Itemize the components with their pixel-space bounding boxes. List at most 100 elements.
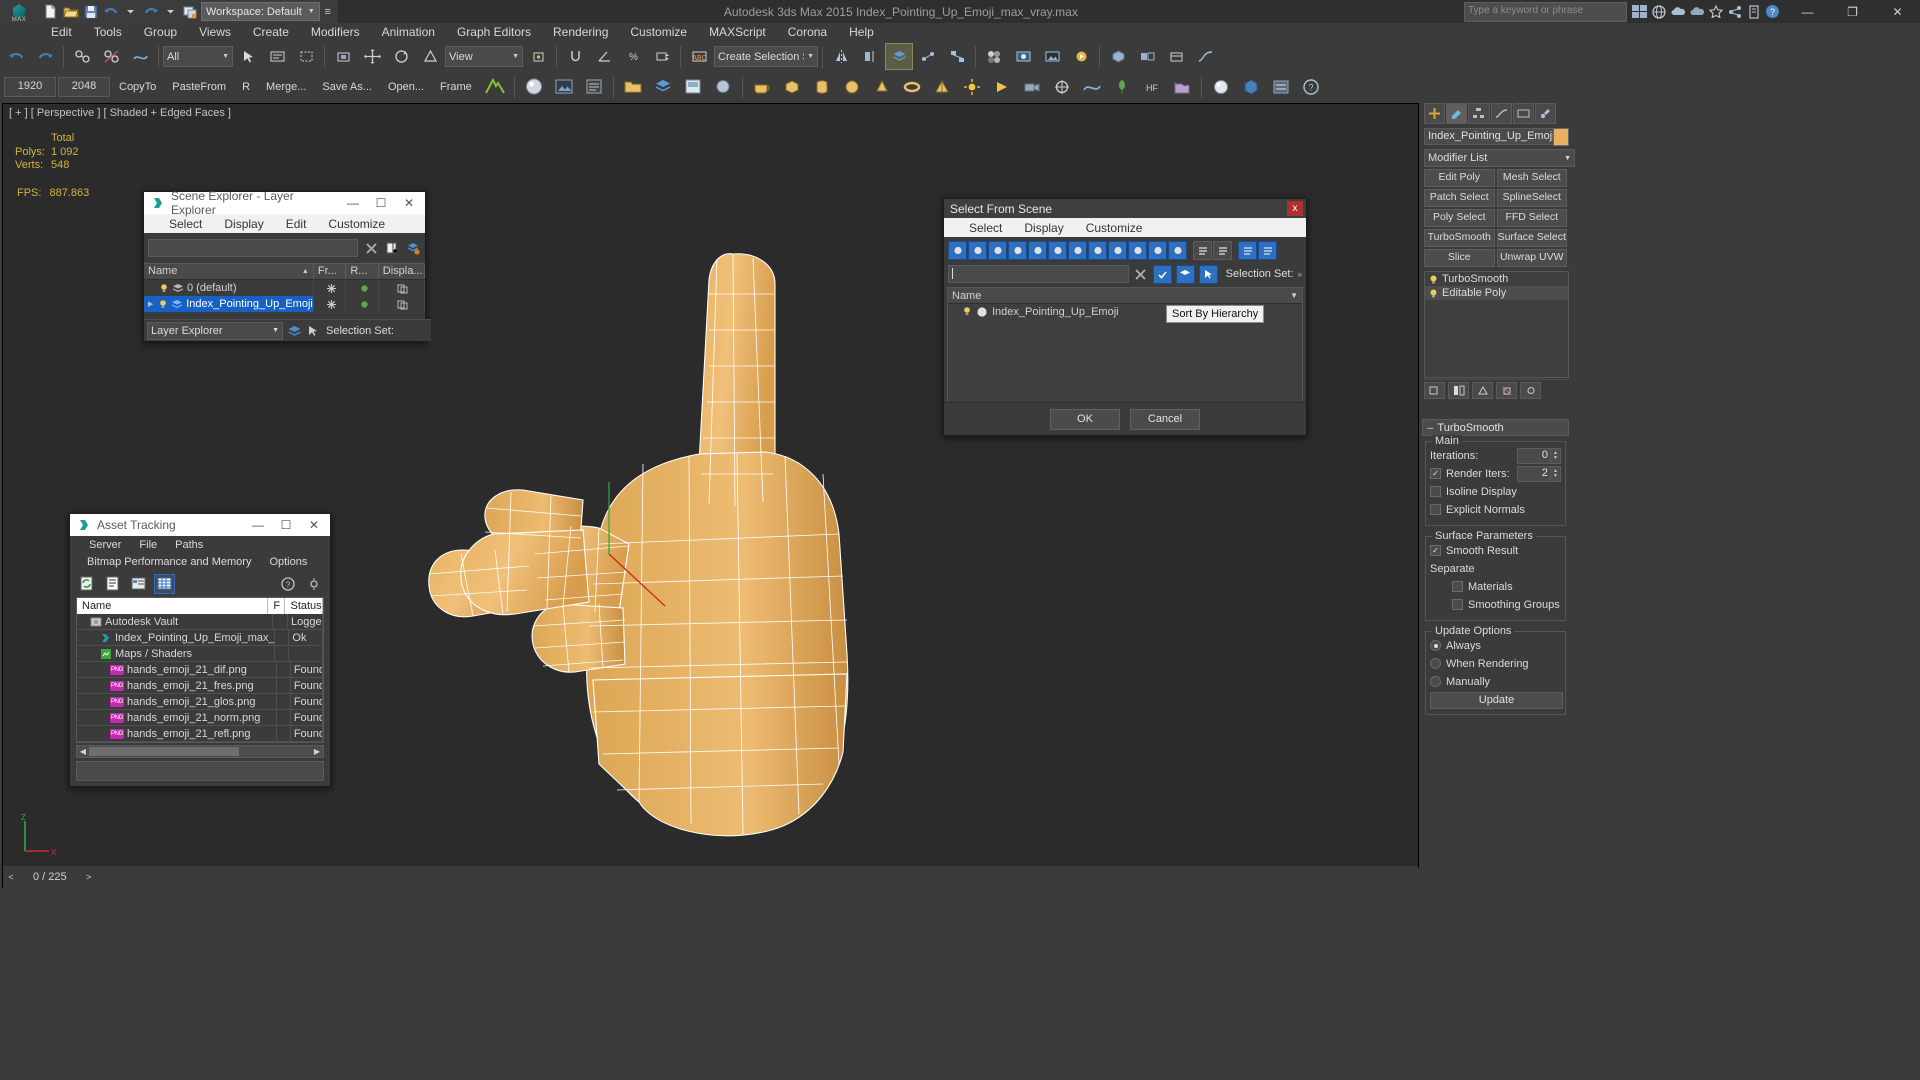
vray-render-icon[interactable]: [1207, 73, 1235, 100]
scroll-right-arrow[interactable]: ▶: [311, 747, 323, 756]
menu-item-edit[interactable]: Edit: [40, 23, 83, 42]
hierarchy-tab[interactable]: [1468, 103, 1489, 124]
se-cell-1[interactable]: [314, 280, 346, 296]
menu-item-corona[interactable]: Corona: [777, 23, 838, 42]
r-button[interactable]: R: [235, 81, 257, 93]
light-bulb-icon[interactable]: [962, 306, 972, 317]
object-name-field[interactable]: Index_Pointing_Up_Emoji: [1424, 128, 1558, 145]
at-name-cell[interactable]: PNGhands_emoji_21_norm.png: [77, 710, 277, 725]
at-row[interactable]: PNGhands_emoji_21_refl.pngFound: [77, 726, 323, 742]
select-from-scene-window[interactable]: Select From Scene x SelectDisplayCustomi…: [943, 198, 1307, 436]
menu-item-tools[interactable]: Tools: [83, 23, 133, 42]
at-row[interactable]: Maps / Shaders: [77, 646, 323, 662]
at-name-cell[interactable]: PNGhands_emoji_21_dif.png: [77, 662, 277, 677]
create-pyramid-icon[interactable]: [928, 73, 956, 100]
render-iters-spinner[interactable]: ▲▼: [1551, 466, 1561, 482]
select-link-icon[interactable]: [68, 43, 96, 70]
max-app-button[interactable]: MAX: [0, 0, 38, 23]
undo-tool-icon[interactable]: [2, 43, 30, 70]
question-icon[interactable]: ?: [1764, 3, 1781, 20]
asset-tracking-hscrollbar[interactable]: ◀ ▶: [76, 745, 324, 758]
render-iters-checkbox[interactable]: ✓: [1430, 468, 1441, 479]
asset-tracking-maximize[interactable]: ☐: [272, 514, 300, 536]
cloth-icon[interactable]: [1168, 73, 1196, 100]
expand-arrow-icon[interactable]: ▶: [148, 300, 158, 308]
menu-item-customize[interactable]: Customize: [619, 23, 698, 42]
ok-button[interactable]: OK: [1050, 409, 1120, 430]
material-editor-icon[interactable]: [980, 43, 1008, 70]
help-icon[interactable]: ?: [277, 574, 298, 594]
sfs-menu-select[interactable]: Select: [958, 221, 1013, 235]
modifier-button-turbosmooth[interactable]: TurboSmooth: [1424, 229, 1495, 247]
create-teapot-icon[interactable]: [748, 73, 776, 100]
isoline-display-checkbox[interactable]: [1430, 486, 1441, 497]
selection-filter-combo[interactable]: All ▼: [163, 46, 233, 67]
layers-tool-icon[interactable]: [649, 73, 677, 100]
se-menu-select[interactable]: Select: [158, 217, 213, 231]
workspace-selector[interactable]: Workspace: Default ▼: [201, 2, 320, 21]
select-from-scene-column-header[interactable]: Name ▼: [948, 288, 1302, 304]
hand-3d-model[interactable]: [403, 134, 963, 854]
at-row[interactable]: PNGhands_emoji_21_fres.pngFound: [77, 678, 323, 694]
modifier-button-edit-poly[interactable]: Edit Poly: [1424, 169, 1495, 187]
display-children-icon[interactable]: [1193, 241, 1212, 260]
invert-filter-icon[interactable]: [1168, 241, 1187, 260]
open-icon[interactable]: [61, 3, 80, 21]
menu-item-animation[interactable]: Animation: [371, 23, 446, 42]
shapes-filter-icon[interactable]: [968, 241, 987, 260]
select-from-scene-close[interactable]: x: [1287, 201, 1303, 216]
vray-settings-icon[interactable]: [1267, 73, 1295, 100]
at-row[interactable]: PNGhands_emoji_21_norm.pngFound: [77, 710, 323, 726]
vray-sphere-icon[interactable]: [520, 73, 548, 100]
configure-sets-icon[interactable]: [1520, 382, 1541, 399]
foliage-icon[interactable]: [1108, 73, 1136, 100]
menu-item-maxscript[interactable]: MAXScript: [698, 23, 777, 42]
scene-explorer-maximize[interactable]: ☐: [367, 192, 395, 214]
align-icon[interactable]: [856, 43, 884, 70]
paste-from-button[interactable]: PasteFrom: [165, 81, 233, 93]
render-production-icon[interactable]: [1067, 43, 1095, 70]
layer-manager-icon[interactable]: [885, 43, 913, 70]
modifier-button-mesh-select[interactable]: Mesh Select: [1497, 169, 1568, 187]
select-move-icon[interactable]: [358, 43, 386, 70]
minimize-button[interactable]: —: [1785, 0, 1830, 23]
se-cell-2[interactable]: [346, 296, 378, 312]
angle-snap-icon[interactable]: [590, 43, 618, 70]
at-name-cell[interactable]: PNGhands_emoji_21_glos.png: [77, 694, 277, 709]
light-bulb-icon[interactable]: [159, 283, 169, 294]
at-name-cell[interactable]: PNGhands_emoji_21_fres.png: [77, 678, 277, 693]
menu-item-views[interactable]: Views: [188, 23, 242, 42]
schematic-view-icon[interactable]: [943, 43, 971, 70]
workspace-more-icon[interactable]: ≡: [321, 6, 335, 18]
materials-checkbox[interactable]: [1452, 581, 1463, 592]
modifier-stack[interactable]: TurboSmoothEditable Poly: [1424, 271, 1569, 378]
grid-icon[interactable]: [1631, 3, 1648, 20]
redo-tool-icon[interactable]: [31, 43, 59, 70]
select-similar-icon[interactable]: [1133, 43, 1161, 70]
close-button[interactable]: ✕: [1875, 0, 1920, 23]
delete-layer-icon[interactable]: [405, 240, 421, 256]
at-col-name[interactable]: Name: [77, 598, 268, 614]
cancel-button[interactable]: Cancel: [1130, 409, 1200, 430]
help-toolbar-icon[interactable]: ?: [1297, 73, 1325, 100]
layers-toggle-icon[interactable]: [1176, 265, 1195, 284]
modifier-button-splineselect[interactable]: SplineSelect: [1497, 189, 1568, 207]
redo-dropdown-icon[interactable]: [161, 3, 180, 21]
modifier-button-unwrap-uvw[interactable]: Unwrap UVW: [1497, 249, 1568, 267]
hair-fur-icon[interactable]: HF: [1138, 73, 1166, 100]
help-cloud-icon[interactable]: [1688, 3, 1705, 20]
update-manually-radio[interactable]: [1430, 676, 1441, 687]
star-icon[interactable]: [1707, 3, 1724, 20]
se-row[interactable]: 0 (default): [144, 280, 425, 296]
smooth-result-checkbox[interactable]: ✓: [1430, 545, 1441, 556]
asset-tracking-window[interactable]: Asset Tracking — ☐ ✕ ServerFilePaths Bit…: [69, 513, 331, 787]
at-menu-paths[interactable]: Paths: [166, 539, 212, 551]
percent-snap-icon[interactable]: %: [619, 43, 647, 70]
se-col-2[interactable]: R...: [346, 264, 378, 279]
groups-filter-icon[interactable]: [1068, 241, 1087, 260]
se-col-0[interactable]: Name▲: [144, 264, 314, 279]
merge-button[interactable]: Merge...: [259, 81, 313, 93]
window-crossing-icon[interactable]: [329, 43, 357, 70]
modifier-button-ffd-select[interactable]: FFD Select: [1497, 209, 1568, 227]
mirror-icon[interactable]: [827, 43, 855, 70]
